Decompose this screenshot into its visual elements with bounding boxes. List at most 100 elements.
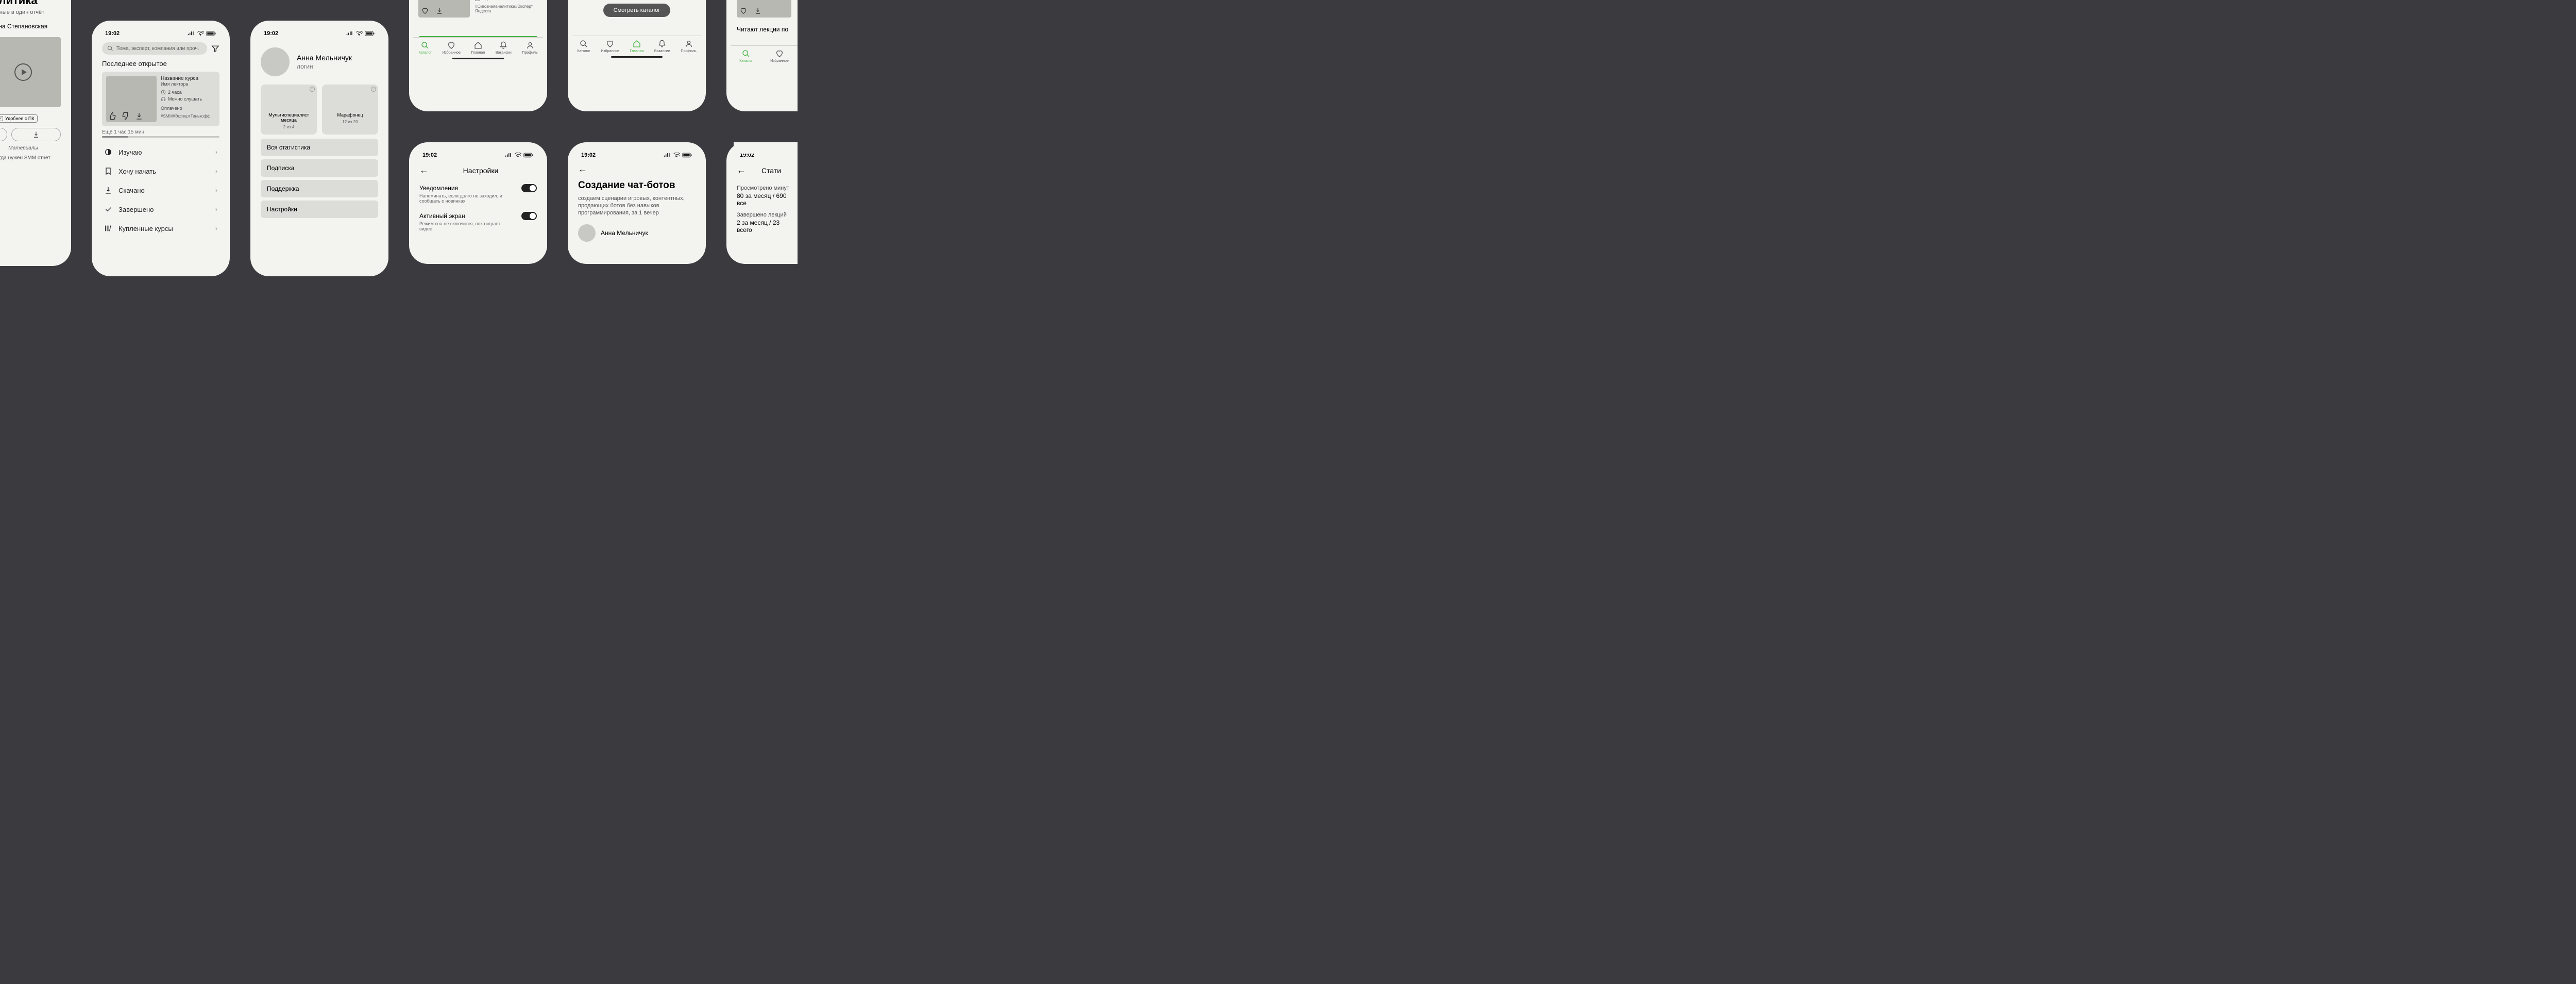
course-description: создаем сценарии игровых, контентных, пр… [578, 195, 696, 217]
thumbs-down-icon[interactable] [122, 112, 130, 120]
tab-profile[interactable]: Профиль [522, 41, 537, 55]
home-icon [474, 41, 482, 49]
menu-purchased[interactable]: Купленные курсы› [102, 219, 219, 238]
recent-course-card[interactable]: Название курса Имя лектора 2 часа Можно … [102, 72, 219, 126]
stat-lectures-label: Завершено лекций [737, 212, 791, 218]
lecture-thumbnail [418, 0, 470, 18]
settings-button[interactable]: Настройки [261, 201, 378, 218]
badge-marathon[interactable]: ? Марафонец 12 из 20 [322, 85, 378, 135]
bell-icon [658, 40, 666, 48]
lecture-tags: #Сквознаяаналитика#Эксперт Яндекса [475, 4, 538, 13]
tab-favorites[interactable]: Избранное [770, 49, 788, 63]
home-indicator[interactable] [452, 58, 504, 59]
video-thumbnail[interactable] [0, 37, 61, 107]
bookmark-icon [104, 167, 112, 175]
course-title: налитика [0, 0, 61, 7]
subscription-button[interactable]: Подписка [261, 159, 378, 177]
heart-icon [447, 41, 455, 49]
menu-downloaded[interactable]: Скачано› [102, 181, 219, 200]
help-icon[interactable]: ? [310, 87, 315, 92]
action-button-1[interactable] [0, 128, 7, 141]
setting-activescreen-desc: Режим сна не включится, пока играет виде… [419, 221, 512, 231]
progress-text: Ещё 1 час 15 мин [102, 129, 219, 135]
play-icon[interactable] [14, 63, 32, 81]
author-avatar[interactable] [578, 224, 596, 242]
menu-completed[interactable]: Завершено› [102, 200, 219, 219]
tab-favorites[interactable]: Избранное [442, 41, 460, 55]
search-icon [742, 49, 750, 58]
status-time: 19:02 [264, 30, 278, 37]
course-thumbnail [106, 76, 157, 122]
author-name: терина Степановская [0, 23, 61, 30]
lecturer-name: Имя лектора [161, 81, 215, 87]
download-icon[interactable] [436, 7, 443, 14]
search-icon [421, 41, 429, 49]
download-icon[interactable] [135, 112, 143, 120]
tab-home[interactable]: Главная [630, 39, 644, 53]
heart-icon[interactable] [740, 7, 747, 14]
back-button[interactable]: ← [737, 165, 746, 176]
bell-icon [499, 41, 507, 49]
profile-login: логин [297, 63, 352, 70]
tab-catalog[interactable]: Каталог [739, 49, 752, 63]
home-icon [633, 40, 641, 48]
tab-catalog[interactable]: Каталог [418, 41, 431, 55]
person-icon [526, 41, 534, 49]
menu-learning[interactable]: Изучаю› [102, 143, 219, 162]
thumbnail [737, 0, 791, 18]
back-button[interactable]: ← [419, 165, 429, 176]
support-button[interactable]: Поддержка [261, 180, 378, 197]
author-name: Анна Мельничук [601, 229, 648, 237]
filter-icon[interactable] [211, 44, 219, 53]
help-icon[interactable]: ? [371, 87, 376, 92]
pc-friendly-chip: ✓Удобнее с ПК [0, 114, 38, 123]
search-input[interactable]: Тема, эксперт, компания или проч. [102, 42, 207, 55]
setting-notifications-label: Уведомления [419, 185, 458, 192]
stat-minutes-value: 80 за месяц / 690 все [737, 192, 791, 207]
avatar[interactable] [261, 47, 290, 76]
half-circle-icon [104, 148, 112, 156]
status-time: 19:02 [581, 152, 596, 158]
tab-catalog[interactable]: Каталог [577, 39, 590, 53]
tab-home[interactable]: Главная [471, 41, 485, 55]
tab-profile[interactable]: Профиль [681, 39, 696, 53]
stats-button[interactable]: Вся статистика [261, 139, 378, 156]
materials-description: у и когда нужен SMM отчет [0, 155, 61, 161]
heart-icon [606, 40, 614, 48]
stat-lectures-value: 2 за месяц / 23 всего [737, 219, 791, 234]
clock-icon [161, 90, 166, 95]
course-tags: #SMM#ЭкспертТинькофф [161, 114, 215, 119]
download-button[interactable] [11, 128, 61, 141]
search-icon [107, 45, 113, 52]
toggle-notifications[interactable] [521, 184, 537, 192]
setting-notifications-desc: Напоминать, если долго не заходил, и соо… [419, 193, 512, 204]
heart-icon[interactable] [421, 7, 429, 14]
toggle-activescreen[interactable] [521, 212, 537, 220]
person-icon [685, 40, 693, 48]
catalog-button[interactable]: Смотреть каталог [603, 4, 671, 17]
tab-favorites[interactable]: Избранное [601, 39, 619, 53]
setting-activescreen-label: Активный экран [419, 212, 465, 220]
back-button[interactable]: ← [578, 164, 696, 175]
page-title: Настройки [434, 166, 528, 175]
badge-multispecialist[interactable]: ? Мультиспециалист месяца 2 из 4 [261, 85, 317, 135]
home-indicator[interactable] [611, 56, 663, 58]
status-time: 19:02 [105, 30, 120, 37]
materials-label: Материалы [0, 145, 61, 151]
tab-jobs[interactable]: Вакансии [654, 39, 670, 53]
section-heading: Читают лекции по [737, 26, 791, 33]
download-icon [104, 186, 112, 194]
course-subtitle: з данные в один отчёт [0, 9, 61, 15]
download-icon[interactable] [754, 7, 761, 14]
profile-name: Анна Мельничук [297, 54, 352, 62]
status-icons [664, 153, 692, 158]
progress-bar [102, 136, 219, 138]
check-icon [104, 205, 112, 213]
menu-wanttostart[interactable]: Хочу начать› [102, 162, 219, 181]
tab-jobs[interactable]: Вакансии [496, 41, 512, 55]
stat-minutes-label: Просмотрено минут [737, 185, 791, 191]
lecture-card[interactable]: Название лекции Имя лектора 40 мин ✓Удоб… [413, 0, 543, 22]
library-icon [104, 224, 112, 232]
headphones-icon [161, 96, 166, 102]
thumbs-up-icon[interactable] [108, 112, 116, 120]
